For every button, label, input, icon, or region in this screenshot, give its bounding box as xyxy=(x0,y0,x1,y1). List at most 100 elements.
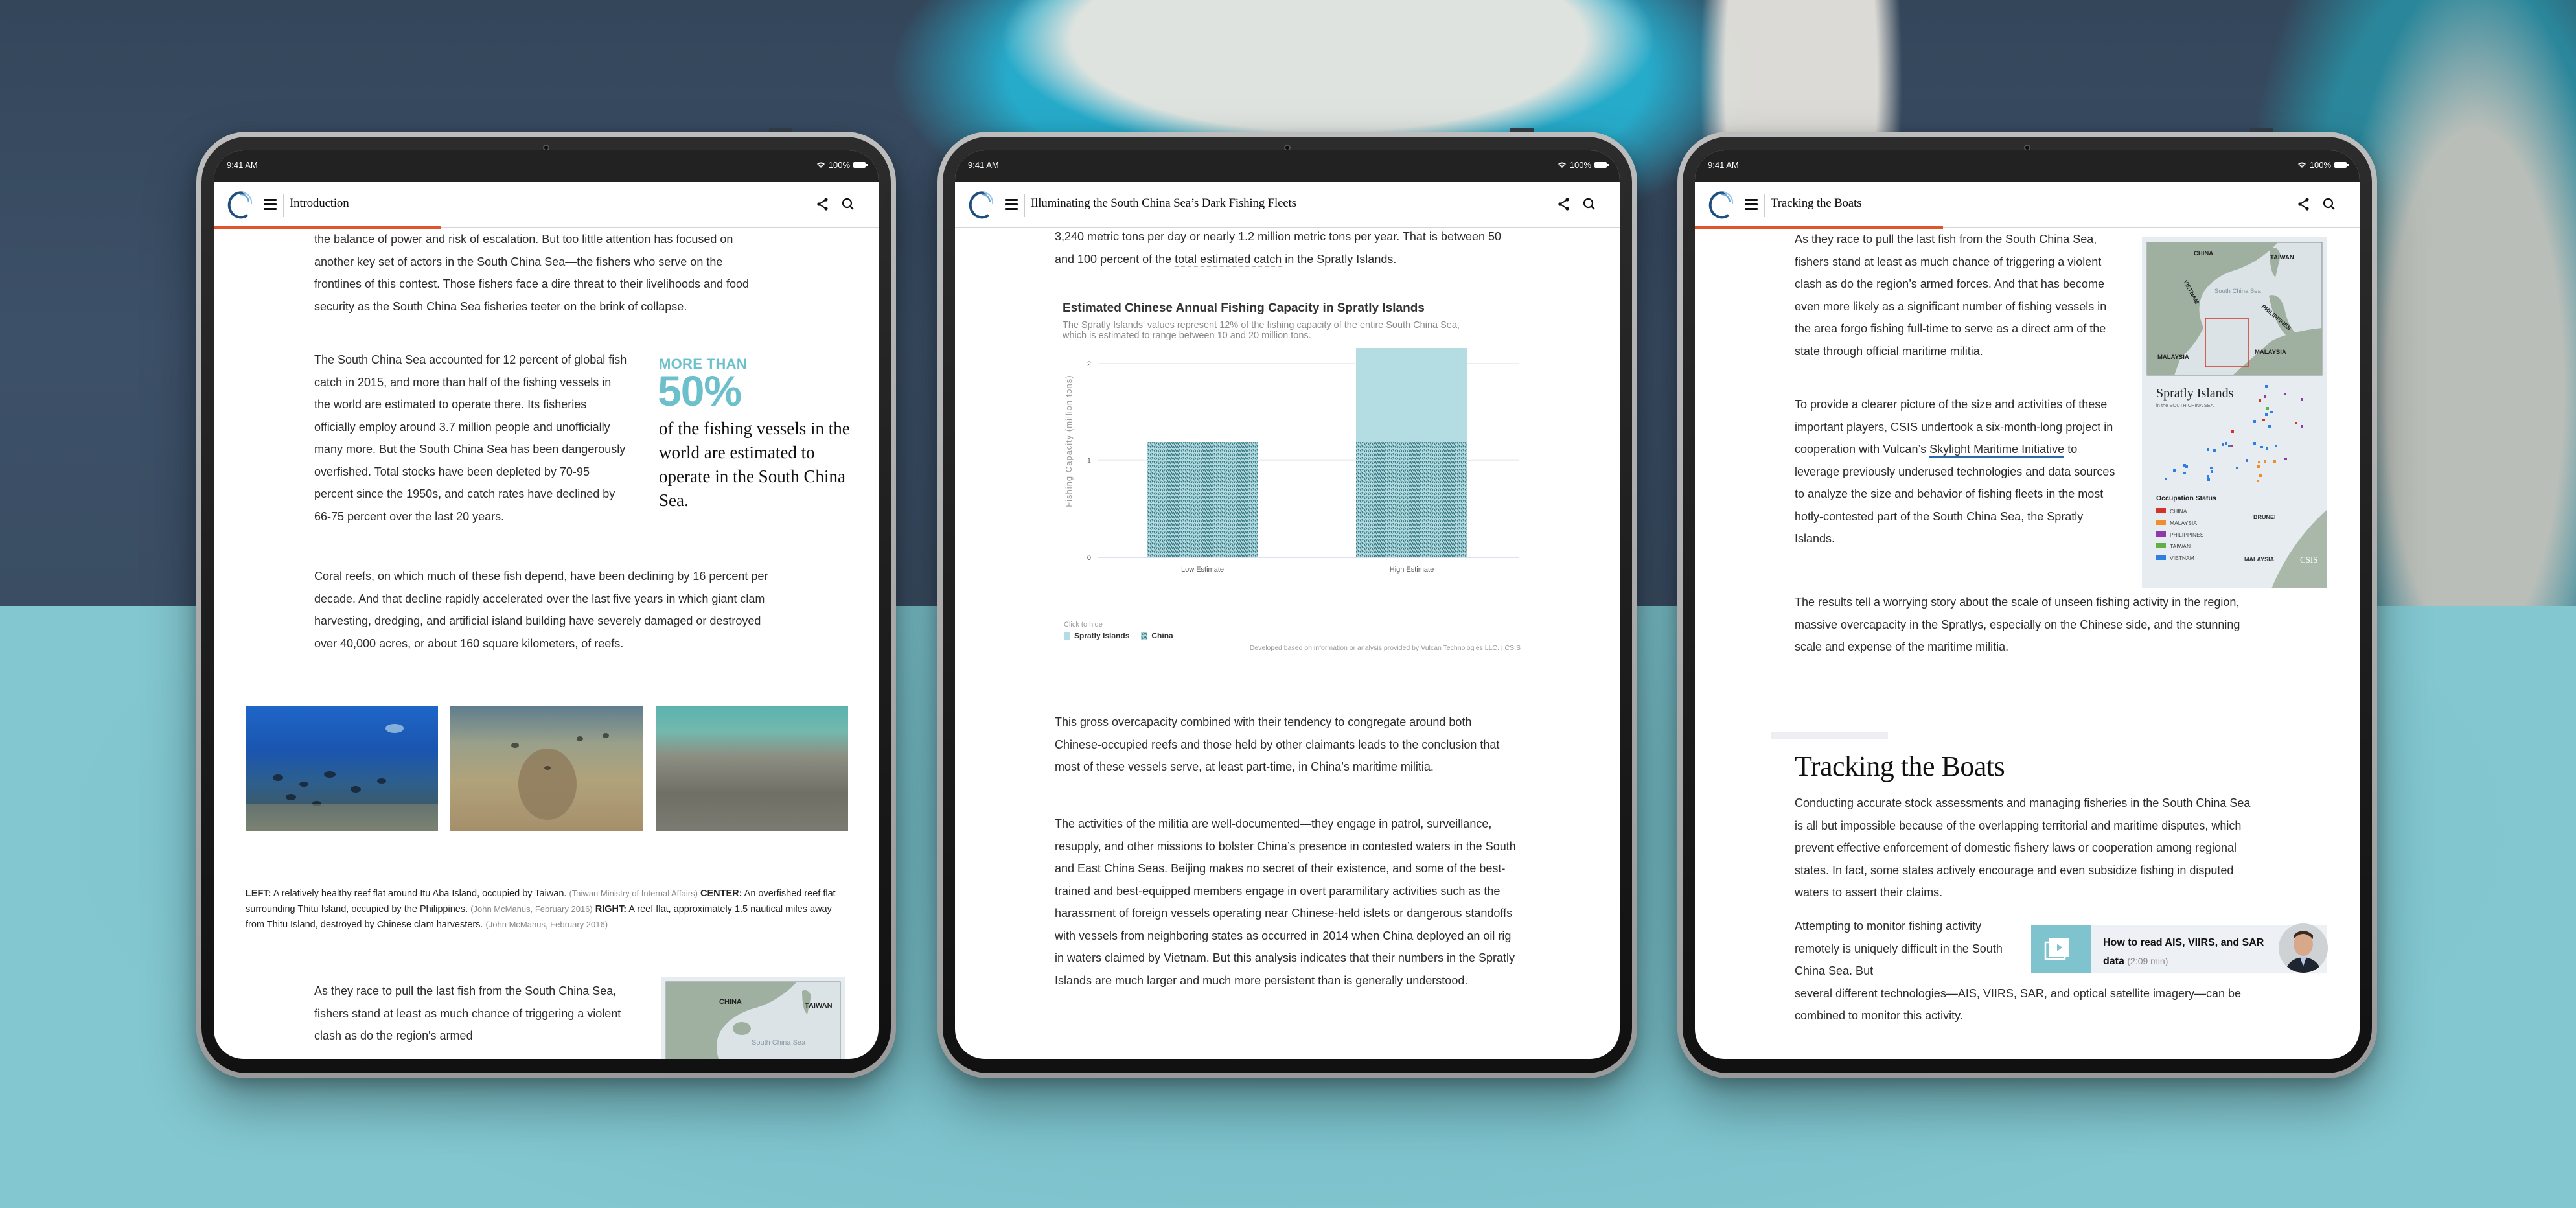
csis-logo-icon[interactable] xyxy=(224,189,257,221)
search-icon[interactable] xyxy=(2322,197,2336,211)
video-thumbnail xyxy=(2031,925,2091,973)
island-marker xyxy=(2165,478,2167,480)
island-marker xyxy=(2266,447,2268,450)
intro-text-end: in the Spratly Islands. xyxy=(1282,252,1397,266)
hamburger-menu-icon[interactable] xyxy=(1745,199,1758,210)
total-estimated-catch-link[interactable]: total estimated catch xyxy=(1175,252,1282,267)
island-marker xyxy=(2213,449,2216,452)
map-legend-swatch xyxy=(2156,508,2166,513)
hamburger-menu-icon[interactable] xyxy=(264,199,277,210)
reef-photo-left[interactable] xyxy=(246,706,438,831)
island-marker xyxy=(2262,419,2265,421)
map-credit: CSIS xyxy=(2300,555,2317,564)
island-marker xyxy=(2253,420,2256,423)
map-subtitle: in the SOUTH CHINA SEA xyxy=(2156,402,2214,408)
map-label-malaysia-south: MALAYSIA xyxy=(2244,556,2275,563)
status-time: 9:41 AM xyxy=(968,160,999,170)
header-title: Illuminating the South China Sea’s Dark … xyxy=(1031,196,1296,210)
video-card[interactable]: How to read AIS, VIIRS, and SAR data (2:… xyxy=(2031,923,2328,973)
video-play-icon xyxy=(2044,938,2069,960)
legend-label-china: China xyxy=(1151,631,1173,640)
app-header: Illuminating the South China Sea’s Dark … xyxy=(955,182,1620,228)
status-bar: 9:41 AM 100% xyxy=(214,150,879,182)
bar-spratly-islands[interactable] xyxy=(1356,348,1467,443)
tablet-screen: 9:41 AM 100% Introduction the balance of… xyxy=(214,150,879,1059)
chart-legend: Spratly Islands China xyxy=(1064,631,1173,640)
article-content: As they race to pull the last fish from … xyxy=(1695,228,2360,1059)
video-title-block: How to read AIS, VIIRS, and SAR data (2:… xyxy=(2103,934,2278,971)
bar-china[interactable] xyxy=(1147,442,1258,557)
reading-progress-bar xyxy=(1695,226,1943,229)
tablet-screen: 9:41 AM 100% Tracking the Boats As they … xyxy=(1695,150,2360,1059)
island-marker xyxy=(2295,422,2297,424)
caption-left-label: LEFT: xyxy=(246,889,271,899)
legend-item-china[interactable]: China xyxy=(1141,631,1173,640)
header-divider xyxy=(1024,194,1025,217)
map-label-sea: South China Sea xyxy=(2214,288,2262,295)
chart-x-tick-label: Low Estimate xyxy=(1181,566,1224,574)
caption-center-credit: (John McManus, February 2016) xyxy=(470,904,593,914)
article-paragraph: The activities of the militia are well-d… xyxy=(1055,817,1516,987)
tablet-device-tracking: 9:41 AM 100% Tracking the Boats As they … xyxy=(1677,128,2377,1078)
article-paragraph: the balance of power and risk of escalat… xyxy=(314,233,750,313)
article-paragraph: 3,240 metric tons per day or nearly 1.2 … xyxy=(1055,228,1521,270)
header-divider xyxy=(1764,194,1765,217)
island-marker xyxy=(2301,425,2303,428)
island-marker xyxy=(2236,467,2238,469)
hamburger-menu-icon[interactable] xyxy=(1005,199,1018,210)
skylight-maritime-initiative-link[interactable]: Skylight Maritime Initiative xyxy=(1929,443,2065,458)
spratly-islands-map[interactable]: CHINA TAIWAN VIETNAM South China Sea PHI… xyxy=(2142,237,2327,588)
south-china-sea-map-thumbnail[interactable]: CHINA TAIWAN South China Sea xyxy=(661,977,845,1059)
island-marker xyxy=(2275,445,2277,447)
island-marker xyxy=(2222,443,2224,446)
island-marker xyxy=(2265,385,2268,388)
photo-caption: LEFT: A relatively healthy reef flat aro… xyxy=(246,886,851,933)
csis-logo-icon[interactable] xyxy=(1705,189,1738,221)
power-button xyxy=(2250,128,2273,132)
chart-title: Estimated Chinese Annual Fishing Capacit… xyxy=(1063,301,1425,315)
map-legend-swatch xyxy=(2156,555,2166,560)
header-title: Introduction xyxy=(290,196,349,210)
article-paragraph: As they race to pull the last fish from … xyxy=(1795,233,2107,358)
article-content: 3,240 metric tons per day or nearly 1.2 … xyxy=(955,228,1620,1059)
p5b-text: several different technologies—AIS, VIIR… xyxy=(1795,986,2242,1023)
csis-logo-icon[interactable] xyxy=(965,189,998,221)
app-header: Introduction xyxy=(214,182,879,228)
map-label-taiwan: TAIWAN xyxy=(805,1002,833,1010)
status-bar: 9:41 AM 100% xyxy=(1695,150,2360,182)
search-icon[interactable] xyxy=(1582,197,1596,211)
share-icon[interactable] xyxy=(816,197,830,211)
island-marker xyxy=(2266,407,2269,410)
map-legend-label: VIETNAM xyxy=(2170,555,2194,561)
island-marker xyxy=(2246,459,2248,462)
search-icon[interactable] xyxy=(841,197,855,211)
share-icon[interactable] xyxy=(1557,197,1571,211)
article-paragraph: The results tell a worrying story about … xyxy=(1795,596,2240,653)
article-paragraph: This gross overcapacity combined with th… xyxy=(1055,715,1500,773)
share-icon[interactable] xyxy=(2297,197,2311,211)
island-marker xyxy=(2259,474,2262,477)
reef-photo-center[interactable] xyxy=(450,706,643,831)
reef-photo-right[interactable] xyxy=(656,706,848,831)
map-label-malaysia-east: MALAYSIA xyxy=(2255,349,2286,356)
legend-item-spratly[interactable]: Spratly Islands xyxy=(1064,631,1129,640)
battery-percent: 100% xyxy=(828,160,850,170)
caption-center-label: CENTER: xyxy=(700,889,742,899)
island-marker xyxy=(2210,467,2213,469)
chart-y-axis-label: Fishing Capacity (million tons) xyxy=(1064,375,1074,507)
power-button xyxy=(1510,128,1534,132)
chart-y-tick-label: 2 xyxy=(1087,360,1091,368)
bar-china[interactable] xyxy=(1356,442,1467,557)
p2-text-end: to leverage previously underused technol… xyxy=(1795,443,2115,545)
pullquote-text: of the fishing vessels in the world are … xyxy=(659,419,850,510)
island-marker xyxy=(2273,460,2276,463)
wifi-icon xyxy=(2297,161,2306,168)
island-marker xyxy=(2173,469,2176,472)
map-legend-label: MALAYSIA xyxy=(2170,520,2197,526)
island-marker xyxy=(2301,398,2303,401)
article-content: the balance of power and risk of escalat… xyxy=(214,228,879,1059)
map-legend-swatch xyxy=(2156,543,2166,548)
legend-swatch-china xyxy=(1141,631,1148,640)
battery-icon xyxy=(2334,162,2349,168)
pullquote-figure: 50% xyxy=(658,367,742,415)
